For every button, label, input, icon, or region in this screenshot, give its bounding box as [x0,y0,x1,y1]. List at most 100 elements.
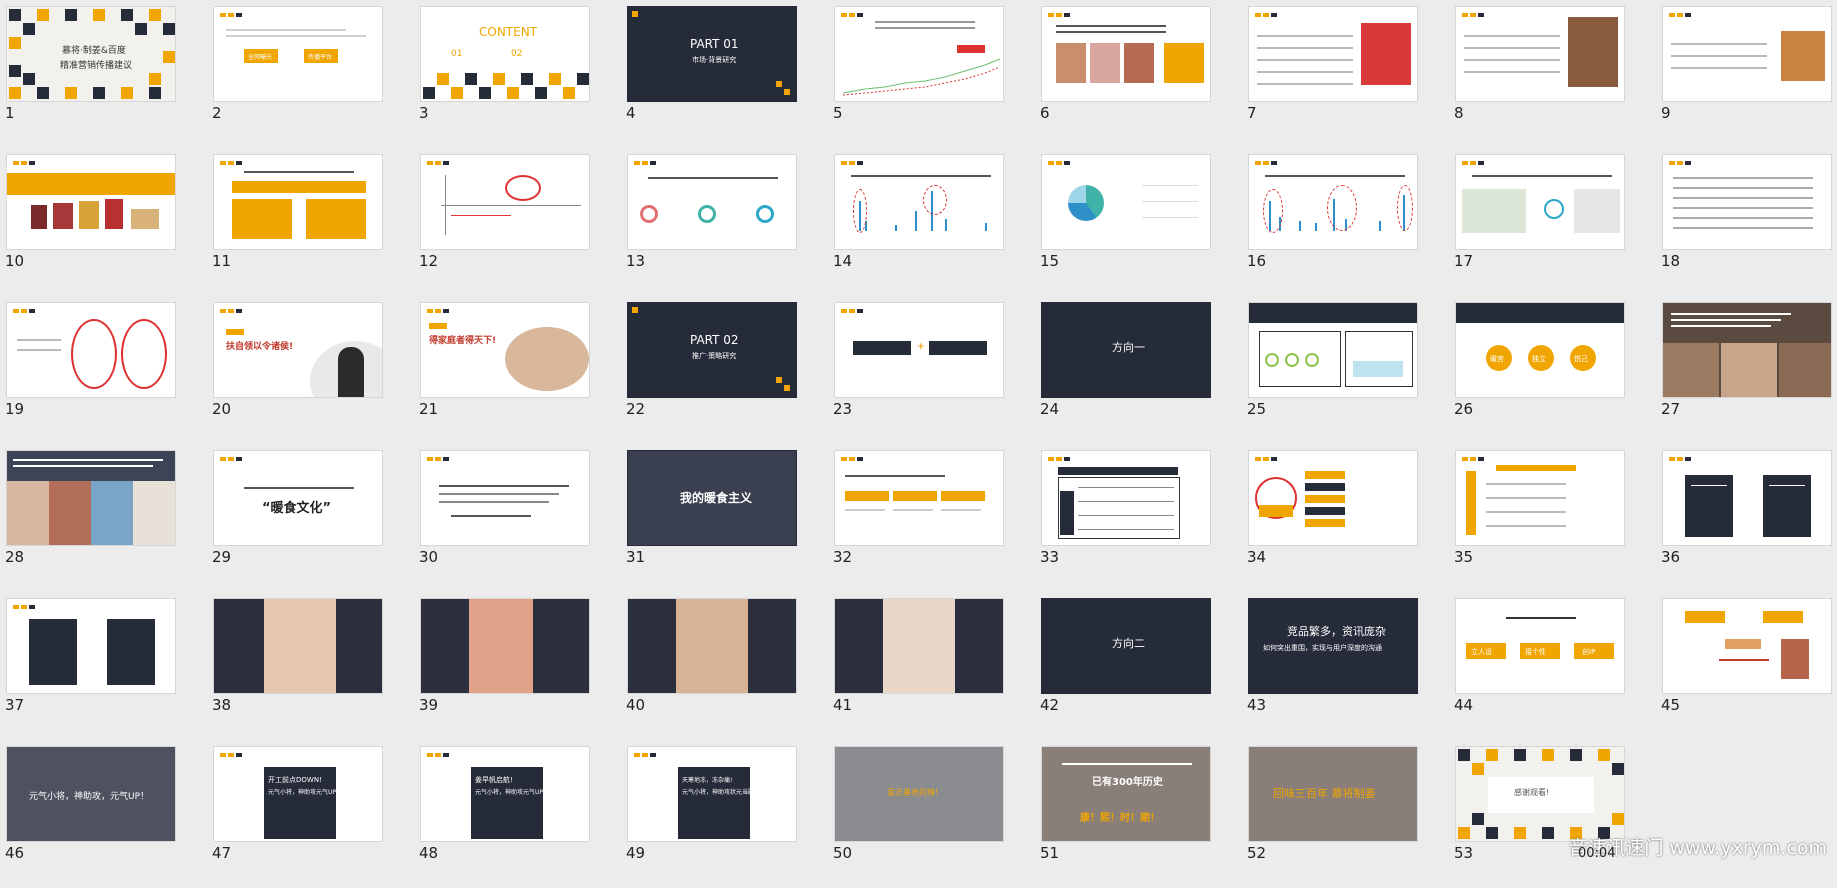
slide-thumbnail[interactable]: 37 [0,592,207,740]
slide-thumbnail[interactable]: 45 [1656,592,1837,740]
slide-thumbnail[interactable]: CONTENT 01 02 3 [414,0,621,148]
slide-preview [1662,6,1832,102]
slide-preview: 全网曝光 传播平台 [213,6,383,102]
slide-thumbnail[interactable]: 38 [207,592,414,740]
slide-thumbnail[interactable]: PART 01 市场·背景研究 4 [621,0,828,148]
slide-number: 28 [5,548,25,566]
slide-thumbnail[interactable]: 方向一 24 [1035,296,1242,444]
slide-thumbnail[interactable]: 19 [0,296,207,444]
slide-preview [1662,598,1832,694]
box-label: 立人设 [1471,648,1492,656]
slide-thumbnail[interactable]: 36 [1656,444,1837,592]
slide-number: 8 [1454,104,1464,122]
slide-thumbnail[interactable]: 41 [828,592,1035,740]
slide-thumbnail[interactable]: 11 [207,148,414,296]
slide-number: 9 [1661,104,1671,122]
slide-subtitle: 推广·策略研究 [692,352,737,360]
slide-title: 姜早帆启航! [475,776,513,784]
slide-thumbnail[interactable]: 13 [621,148,828,296]
slide-thumbnail[interactable]: 34 [1242,444,1449,592]
slide-thumbnail[interactable]: 18 [1656,148,1837,296]
slide-thumbnail[interactable]: 30 [414,444,621,592]
slide-thumbnail[interactable]: 35 [1449,444,1656,592]
slide-number: 15 [1040,252,1060,270]
slide-thumbnail[interactable]: 扶自领以令诸侯! 20 [207,296,414,444]
slide-thumbnail[interactable]: 全网曝光 传播平台 2 [207,0,414,148]
slide-thumbnail[interactable]: 6 [1035,0,1242,148]
slide-thumbnail[interactable]: 9 [1656,0,1837,148]
slide-thumbnail[interactable]: 7 [1242,0,1449,148]
slide-number: 49 [626,844,646,862]
slide-number: 26 [1454,400,1474,418]
slide-preview [1041,6,1211,102]
item-index: 02 [511,49,523,59]
slide-preview [1248,450,1418,546]
slide-preview: 感谢观看! [1455,746,1625,842]
slide-thumbnail[interactable]: 25 [1242,296,1449,444]
slide-thumbnail[interactable]: 8 [1449,0,1656,148]
slide-preview [420,598,590,694]
slide-thumbnail[interactable]: 方向二 42 [1035,592,1242,740]
checker-pattern [423,73,589,99]
slide-thumbnail[interactable]: + 23 [828,296,1035,444]
slide-thumbnail[interactable]: 39 [414,592,621,740]
slide-preview [6,450,176,546]
slide-preview [834,154,1004,250]
slide-number: 13 [626,252,646,270]
slide-thumbnail[interactable]: 12 [414,148,621,296]
slide-subtitle: 精准营销传播建议 [60,61,133,71]
slide-preview: 得家庭者得天下! [420,302,590,398]
slide-preview: PART 01 市场·背景研究 [627,6,797,102]
slide-thumbnail[interactable]: 16 [1242,148,1449,296]
slide-title: 喜迁基老的辣! [887,788,939,797]
slide-thumbnail[interactable]: 32 [828,444,1035,592]
slide-thumbnail[interactable]: 40 [621,592,828,740]
slide-number: 6 [1040,104,1050,122]
slide-title: 天寒地冻，冻杂痛! [682,777,733,784]
slide-thumbnail[interactable]: “暖食文化” 29 [207,444,414,592]
slide-number: 20 [212,400,232,418]
slide-title: 元气小将，神助攻，元气UP！ [29,792,150,802]
slide-thumbnail[interactable]: 27 [1656,296,1837,444]
slide-preview [1248,154,1418,250]
slide-thumbnail[interactable]: 10 [0,148,207,296]
slide-preview: 我的暖食主义 [627,450,797,546]
slide-thumbnail[interactable]: 5 [828,0,1035,148]
slide-thumbnail[interactable]: 立人设 接个性 创IP 44 [1449,592,1656,740]
slide-number: 5 [833,104,843,122]
slide-preview [6,302,176,398]
slide-preview [420,450,590,546]
slide-preview [1248,6,1418,102]
slide-number: 1 [5,104,15,122]
slide-preview [1662,154,1832,250]
slide-thumbnail[interactable]: PART 02 推广·策略研究 22 [621,296,828,444]
slide-thumbnail[interactable]: 28 [0,444,207,592]
slide-preview: 元气小将，神助攻，元气UP！ [6,746,176,842]
slide-number: 45 [1661,696,1681,714]
slide-number: 22 [626,400,646,418]
slide-number: 35 [1454,548,1474,566]
circle-label: 暖宫 [1490,355,1504,363]
box-label: 创IP [1582,648,1596,656]
slide-subtitle: 康！熙！时！期！ [1080,813,1160,824]
slide-thumbnail[interactable]: 我的暖食主义 31 [621,444,828,592]
slide-thumbnail[interactable]: 竞品繁多，资讯庞杂 如何突出重围，实现与用户深度的沟通 43 [1242,592,1449,740]
slide-thumbnail[interactable]: 33 [1035,444,1242,592]
slide-title: 慕将·制姜&百度 [62,46,126,56]
slide-number: 4 [626,104,636,122]
slide-title: “暖食文化” [262,501,332,516]
slide-thumbnail[interactable]: 得家庭者得天下! 21 [414,296,621,444]
slide-number: 19 [5,400,25,418]
slide-number: 33 [1040,548,1060,566]
timer-readout: 00:04 [1578,846,1616,861]
slide-thumbnail[interactable]: 14 [828,148,1035,296]
slide-thumbnail[interactable]: 慕将·制姜&百度 精准营销传播建议 1 [0,0,207,148]
slide-thumbnail[interactable]: 暖宫 独立 悦己 26 [1449,296,1656,444]
slide-preview [1455,154,1625,250]
slide-preview [420,154,590,250]
slide-thumbnail[interactable]: 17 [1449,148,1656,296]
slide-number: 52 [1247,844,1267,862]
slide-preview [1662,302,1832,398]
slide-number: 32 [833,548,853,566]
slide-thumbnail[interactable]: 15 [1035,148,1242,296]
